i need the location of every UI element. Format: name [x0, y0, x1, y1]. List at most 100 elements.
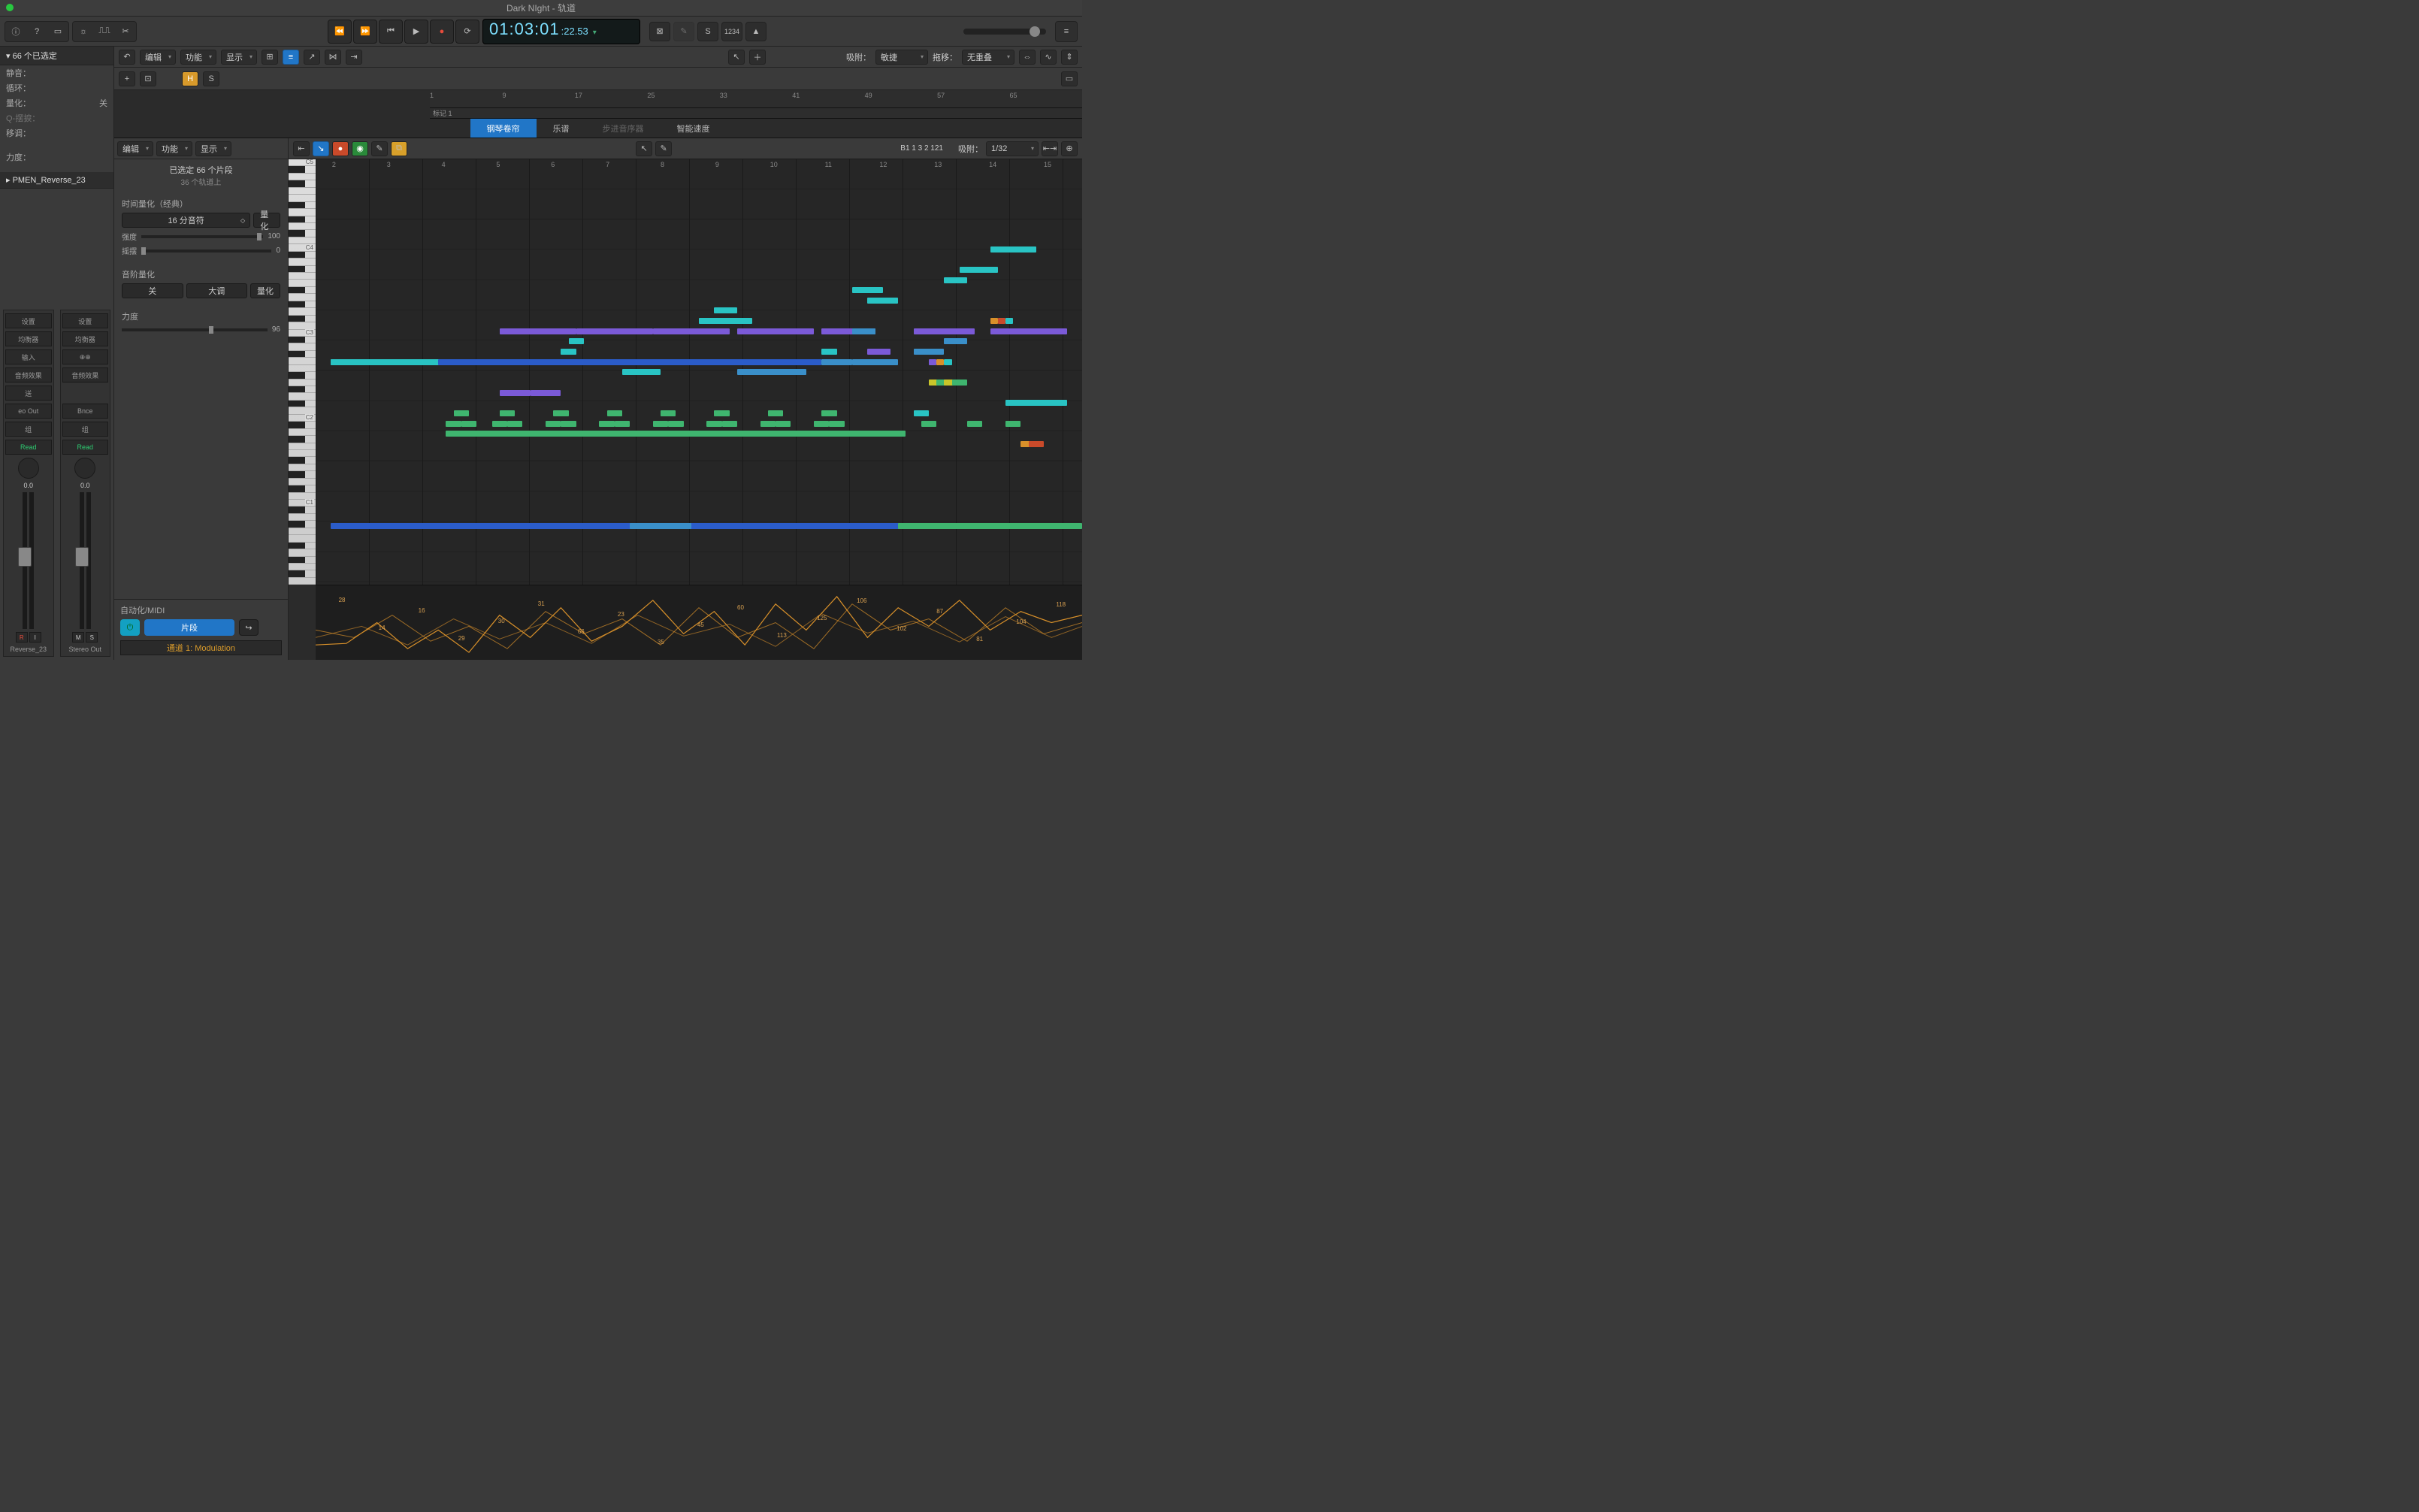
- snap-select[interactable]: 1/32: [986, 141, 1039, 156]
- quantize-value-select[interactable]: 16 分音符◇: [122, 213, 250, 228]
- midi-note[interactable]: [500, 410, 515, 416]
- stop-button[interactable]: ⏮: [379, 20, 403, 44]
- automation-channel-select[interactable]: 通道 1: Modulation: [120, 640, 282, 655]
- midi-note[interactable]: [722, 421, 737, 427]
- midi-note[interactable]: [576, 328, 653, 334]
- slot-eq[interactable]: 均衡器: [5, 331, 52, 346]
- midi-note[interactable]: [776, 421, 791, 427]
- record-button[interactable]: ●: [430, 20, 454, 44]
- midi-note[interactable]: [768, 410, 783, 416]
- list-editors-button[interactable]: ≡: [1056, 22, 1077, 41]
- edit-menu[interactable]: 编辑: [117, 141, 153, 156]
- midi-note[interactable]: [622, 369, 661, 375]
- pointer-tool[interactable]: ↖: [636, 141, 652, 156]
- midi-note[interactable]: [454, 410, 469, 416]
- midi-note[interactable]: [714, 410, 729, 416]
- swing-slider[interactable]: [141, 249, 271, 253]
- library-button[interactable]: ⓘ: [5, 22, 26, 41]
- help-button[interactable]: ?: [26, 22, 47, 41]
- midi-note[interactable]: [936, 359, 944, 365]
- zoom-h-icon[interactable]: ⇔: [1019, 50, 1036, 65]
- midi-note[interactable]: [967, 421, 982, 427]
- midi-note[interactable]: [653, 328, 730, 334]
- midi-note[interactable]: [492, 421, 507, 427]
- rewind-button[interactable]: ⏪: [328, 20, 352, 44]
- midi-note[interactable]: [615, 421, 630, 427]
- midi-note[interactable]: [990, 318, 998, 324]
- midi-note[interactable]: [737, 328, 814, 334]
- automation-icon[interactable]: ↗: [304, 50, 320, 65]
- master-volume-slider[interactable]: [963, 29, 1046, 35]
- automation-mode[interactable]: Read: [5, 440, 52, 455]
- midi-note[interactable]: [531, 390, 561, 396]
- midi-note[interactable]: [821, 349, 836, 355]
- slot-group[interactable]: 组: [5, 422, 52, 437]
- slot-audiofx[interactable]: 音频效果: [62, 367, 109, 383]
- midi-note[interactable]: [829, 421, 844, 427]
- timeline-ruler[interactable]: 191725334149576573: [430, 90, 1082, 108]
- smart-controls-button[interactable]: ☼: [73, 22, 94, 41]
- midi-note[interactable]: [898, 523, 1082, 529]
- functions-menu[interactable]: 功能: [156, 141, 192, 156]
- midi-note[interactable]: [446, 421, 461, 427]
- view-menu[interactable]: 显示: [221, 50, 257, 65]
- midi-note[interactable]: [914, 410, 929, 416]
- solo-mode-button[interactable]: S: [697, 22, 718, 41]
- midi-note[interactable]: [760, 421, 776, 427]
- midi-note[interactable]: [507, 421, 522, 427]
- slot-eq[interactable]: 均衡器: [62, 331, 109, 346]
- zoom-icon[interactable]: ⊕: [1061, 141, 1078, 156]
- midi-note[interactable]: [699, 318, 752, 324]
- slot-group[interactable]: 组: [62, 422, 109, 437]
- midi-note[interactable]: [1005, 421, 1021, 427]
- midi-note[interactable]: [569, 338, 584, 344]
- midi-note[interactable]: [990, 328, 1067, 334]
- drag-select[interactable]: 无重叠: [962, 50, 1014, 65]
- midi-note[interactable]: [1005, 318, 1013, 324]
- piano-keyboard[interactable]: C5C4C3C2C1: [289, 159, 316, 585]
- midi-note[interactable]: [737, 369, 806, 375]
- midi-note[interactable]: [998, 318, 1005, 324]
- brush-tool[interactable]: ✎: [371, 141, 388, 156]
- metronome-button[interactable]: ▲: [745, 22, 767, 41]
- hide-button[interactable]: H: [182, 71, 198, 86]
- locator-display[interactable]: B1 1 3 2 121: [900, 144, 943, 153]
- catch-playhead-button[interactable]: ▭: [1061, 71, 1078, 86]
- fader[interactable]: [80, 492, 91, 629]
- notes-button[interactable]: ▭: [47, 22, 68, 41]
- velocity-slider[interactable]: [122, 328, 268, 331]
- midi-note[interactable]: [852, 328, 875, 334]
- solo-button[interactable]: S: [86, 632, 98, 643]
- midi-note[interactable]: [561, 349, 576, 355]
- midi-note[interactable]: [607, 410, 622, 416]
- list-icon[interactable]: ≡: [283, 50, 299, 65]
- midi-note[interactable]: [661, 410, 676, 416]
- waveform-zoom-icon[interactable]: ∿: [1040, 50, 1057, 65]
- midi-note[interactable]: [706, 421, 721, 427]
- automation-mode[interactable]: Read: [62, 440, 109, 455]
- midi-out-icon[interactable]: ●: [332, 141, 349, 156]
- automation-power-button[interactable]: ⏻: [120, 619, 140, 636]
- mute-button[interactable]: M: [72, 632, 84, 643]
- edit-menu[interactable]: 编辑: [140, 50, 176, 65]
- midi-note[interactable]: [821, 410, 836, 416]
- catch-playhead-icon[interactable]: ⇤⇥: [1042, 141, 1058, 156]
- midi-note[interactable]: [461, 421, 476, 427]
- zoom-v-icon[interactable]: ⇕: [1061, 50, 1078, 65]
- cycle-button[interactable]: ⟳: [455, 20, 479, 44]
- midi-note[interactable]: [867, 349, 890, 355]
- pointer-tool[interactable]: ↖: [728, 50, 745, 65]
- scale-root-select[interactable]: 关: [122, 283, 183, 298]
- fader[interactable]: [23, 492, 34, 629]
- automation-cycle-button[interactable]: ↪: [239, 619, 259, 636]
- scale-type-select[interactable]: 大调: [186, 283, 248, 298]
- quantize-value[interactable]: 关: [99, 97, 107, 109]
- solo-button[interactable]: S: [203, 71, 219, 86]
- note-grid[interactable]: 23456789101112131415: [316, 159, 1082, 585]
- play-button[interactable]: ▶: [404, 20, 428, 44]
- lcd-display[interactable]: 01:03:01 :22.53 ▾: [482, 19, 640, 44]
- midi-note[interactable]: [500, 390, 531, 396]
- midi-note[interactable]: [960, 267, 998, 273]
- pan-knob[interactable]: [18, 458, 39, 479]
- midi-note[interactable]: [653, 421, 668, 427]
